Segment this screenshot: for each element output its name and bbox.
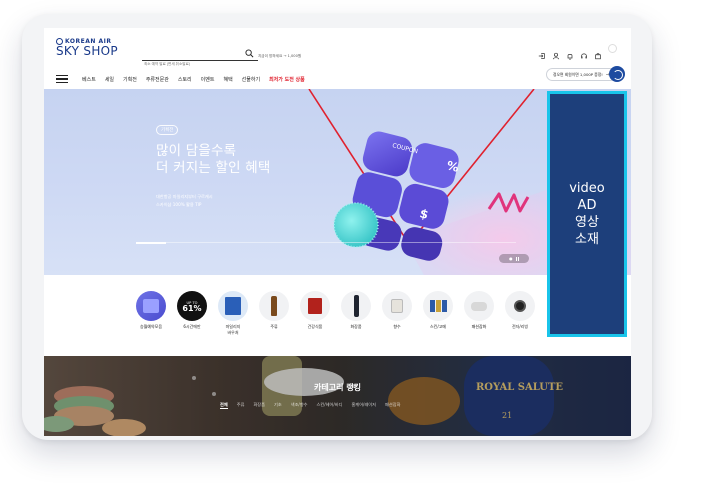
category-item[interactable]: 전자/리빙: [503, 291, 537, 335]
category-label: 화장품: [350, 324, 362, 329]
category-shortcuts: 승월예약모음 UP TO 61% 6시간에만 마일리지 바우처 주류 건강식품 화장품 향수 스킨…: [134, 291, 537, 335]
video-ad-line: 영상: [575, 215, 599, 230]
gift-box-icon: [136, 291, 166, 321]
category-label: 전자/리빙: [511, 324, 529, 329]
category-item[interactable]: 패션잡화: [462, 291, 496, 335]
nav-item-highlight[interactable]: 최저가 도전 상품: [269, 76, 305, 83]
video-ad-placeholder[interactable]: video AD 영상 소재: [547, 91, 627, 337]
category-label: 마일리지 바우처: [225, 324, 241, 335]
nav-item[interactable]: 혜택: [223, 76, 232, 83]
health-icon: [300, 291, 330, 321]
voucher-icon: [218, 291, 248, 321]
hero-subtitle: 대한항공 마일리지부터 구르캐시 스카이샵 100% 활용 TIP: [156, 193, 213, 209]
search-hint: 지금이 방하세요 → 1,000원: [258, 54, 302, 58]
category-item[interactable]: 주류: [257, 291, 291, 335]
user-icon[interactable]: [552, 45, 560, 59]
bell-icon[interactable]: [566, 45, 574, 60]
nav-item[interactable]: 이벤트: [201, 76, 215, 83]
ranking-background-image: ROYAL SALUTE 21: [44, 356, 631, 436]
hero-sub-line: 스카이샵 100% 활용 TIP: [156, 202, 202, 207]
headset-icon[interactable]: [580, 45, 588, 58]
main-nav: 베스트 세일 기획전 주류전문관 스토리 이벤트 혜택 선물하기 최저가 도전 상품: [56, 72, 619, 86]
category-label: 스킨/고메: [429, 324, 447, 329]
promo-banner[interactable]: 정오면 회원이면 1,000P 증정! →: [546, 68, 617, 81]
ranking-title: 카테고리 랭킹: [314, 383, 361, 392]
video-ad-line: AD: [577, 198, 597, 213]
ranking-tab[interactable]: 홈케어/레이저: [351, 402, 376, 409]
hero-title-line: 많이 담을수록: [156, 143, 237, 159]
search-icon[interactable]: [245, 49, 254, 58]
promo-text: 정오면 회원이면 1,000P 증정!: [553, 71, 603, 77]
shopping-bag-icon[interactable]: [594, 45, 602, 59]
category-item[interactable]: 마일리지 바우처: [216, 291, 250, 335]
nav-item[interactable]: 스토리: [178, 76, 192, 83]
ranking-tab[interactable]: 패션잡화: [385, 402, 400, 409]
category-item[interactable]: 승월예약모음: [134, 291, 168, 335]
hero-title-line: 더 커지는 할인 혜택: [156, 160, 271, 176]
category-item[interactable]: 건강식품: [298, 291, 332, 335]
skincare-icon: [423, 291, 453, 321]
category-label: 승월예약모음: [139, 324, 163, 329]
video-ad-line: video: [569, 181, 605, 196]
hero-illustration: COUPON % $: [308, 89, 631, 275]
category-label: 건강식품: [307, 324, 323, 329]
category-label: 주류: [270, 324, 278, 329]
video-ad-line: 소재: [575, 232, 599, 247]
fashion-icon: [464, 291, 494, 321]
watch-icon: [505, 291, 535, 321]
category-ranking-banner: ROYAL SALUTE 21 카테고리 랭킹 전체 주류 화장품 기초 색조/향수 스킨…: [44, 356, 631, 436]
korean-air-round-logo-icon[interactable]: [609, 66, 625, 82]
nav-item[interactable]: 선물하기: [242, 76, 260, 83]
pause-icon[interactable]: [515, 256, 519, 261]
hero-title: 많이 담을수록 더 커지는 할인 혜택: [156, 143, 270, 177]
category-item[interactable]: 스킨/고메: [421, 291, 455, 335]
nav-item[interactable]: 세일: [105, 76, 114, 83]
ranking-tab[interactable]: 화장품: [253, 402, 265, 409]
nav-item[interactable]: 베스트: [82, 76, 96, 83]
svg-text:%: %: [445, 158, 460, 174]
language-icon[interactable]: [608, 44, 617, 53]
badge-main: 61%: [182, 304, 202, 313]
ranking-tabs: 전체 주류 화장품 기초 색조/향수 스킨/헤어/바디 홈케어/레이저 패션잡화: [220, 402, 400, 409]
category-label: 향수: [393, 324, 401, 329]
login-icon[interactable]: [538, 45, 546, 59]
hero-progress-fill: [136, 241, 167, 244]
ranking-tab[interactable]: 스킨/헤어/바디: [317, 402, 343, 409]
cosmetics-icon: [341, 291, 371, 321]
utility-icons: [538, 44, 617, 60]
search-input[interactable]: [142, 59, 258, 69]
hero-sub-line: 대한항공 마일리지부터 구르캐시: [156, 194, 213, 199]
logo-title: SKY SHOP: [56, 44, 118, 58]
nav-item[interactable]: 주류전문관: [146, 76, 169, 83]
hero-banner[interactable]: COUPON % $ 기획전 많이 담을수록 더 커지는 할인 혜택 대한항공 …: [44, 89, 631, 275]
category-label: 6시간에만: [183, 324, 201, 329]
category-item[interactable]: UP TO 61% 6시간에만: [175, 291, 209, 335]
ranking-tab[interactable]: 색조/향수: [291, 402, 308, 409]
ranking-tab[interactable]: 주류: [237, 402, 245, 409]
category-label: 패션잡화: [471, 324, 487, 329]
hero-pager[interactable]: ●: [499, 254, 529, 263]
nav-items: 베스트 세일 기획전 주류전문관 스토리 이벤트 혜택 선물하기 최저가 도전 상품: [82, 76, 305, 83]
nav-item[interactable]: 기획전: [123, 76, 137, 83]
pager-dot: ●: [509, 256, 513, 261]
search-box[interactable]: [142, 50, 258, 69]
korean-air-logo[interactable]: KOREAN AIR SKY SHOP: [56, 38, 118, 58]
ranking-tab[interactable]: 전체: [220, 402, 228, 409]
up-to-61-icon: UP TO 61%: [177, 291, 207, 321]
category-item[interactable]: 향수: [380, 291, 414, 335]
perfume-icon: [382, 291, 412, 321]
hero-progress-bar: [136, 241, 516, 244]
hero-tag: 기획전: [156, 125, 179, 135]
category-item[interactable]: 화장품: [339, 291, 373, 335]
ranking-tab[interactable]: 기초: [274, 402, 282, 409]
browser-screen: KOREAN AIR SKY SHOP 지금이 방하세요 → 1,000원 베스…: [44, 28, 631, 436]
menu-icon[interactable]: [56, 75, 68, 83]
liquor-icon: [259, 291, 289, 321]
